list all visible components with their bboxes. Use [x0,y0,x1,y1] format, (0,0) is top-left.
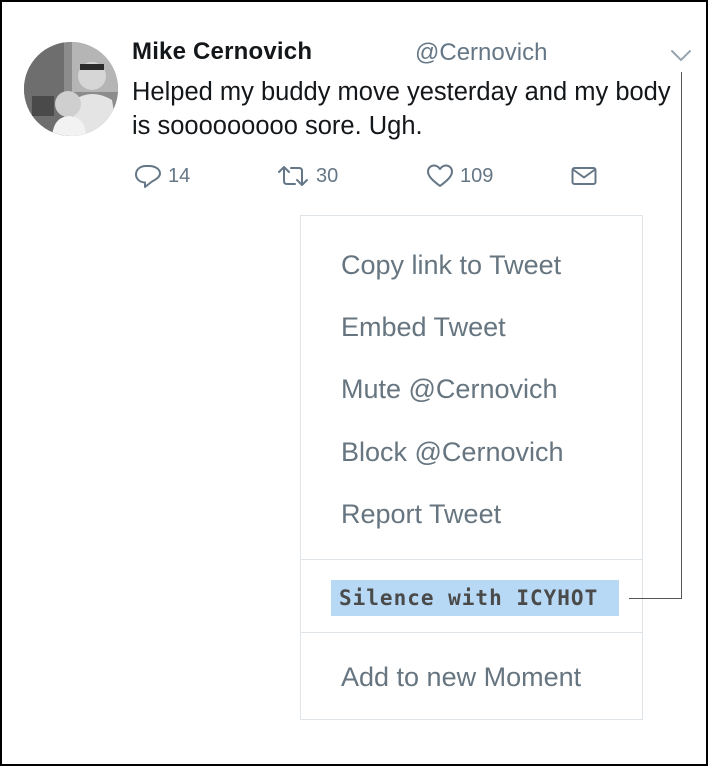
menu-item-silence-highlight[interactable]: Silence with ICYHOT [331,580,619,616]
menu-divider [301,632,642,633]
annotation-connector-line [629,598,682,599]
menu-item-add-to-moment[interactable]: Add to new Moment [341,662,581,693]
like-count: 109 [460,164,494,187]
tweet-screenshot-frame: Mike Cernovich @Cernovich Helped my budd… [0,0,708,766]
reply-icon [135,165,161,188]
avatar[interactable] [24,42,118,136]
menu-item-block[interactable]: Block @Cernovich [341,437,564,468]
retweet-icon [278,166,308,186]
direct-message-button[interactable] [570,162,604,190]
heart-icon [427,164,453,187]
menu-item-mute[interactable]: Mute @Cernovich [341,374,558,405]
reply-button[interactable]: 14 [134,162,190,190]
annotation-connector-line [681,72,682,599]
author-name[interactable]: Mike Cernovich [132,38,312,66]
menu-divider [301,559,642,560]
reply-count: 14 [168,164,191,187]
chevron-down-icon[interactable] [668,44,694,66]
menu-item-report-tweet[interactable]: Report Tweet [341,499,501,530]
retweet-button[interactable]: 30 [276,162,338,190]
tweet-options-dropdown: Copy link to Tweet Embed Tweet Mute @Cer… [300,215,643,720]
envelope-icon [571,167,597,185]
tweet-text: Helped my buddy move yesterday and my bo… [132,78,671,140]
menu-item-embed-tweet[interactable]: Embed Tweet [341,312,506,343]
like-button[interactable]: 109 [426,162,493,190]
author-handle[interactable]: @Cernovich [415,39,547,67]
menu-item-copy-link[interactable]: Copy link to Tweet [341,250,561,281]
retweet-count: 30 [316,164,339,187]
avatar-photo [24,42,118,136]
